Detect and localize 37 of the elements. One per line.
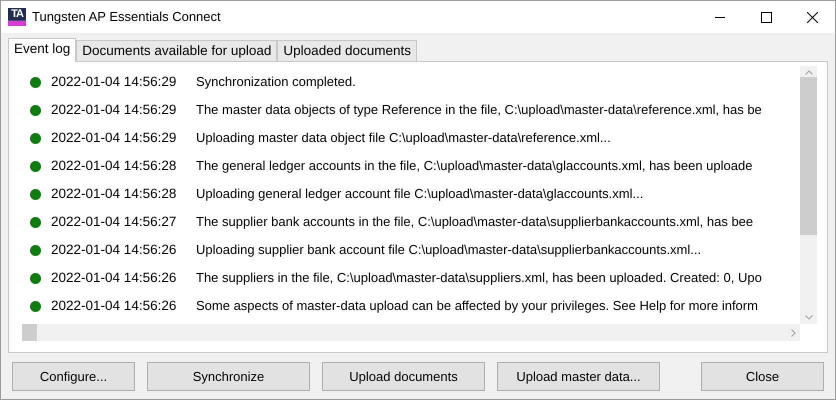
tab[interactable]: Documents available for upload: [76, 40, 278, 61]
event-time: 2022-01-04 14:56:29: [51, 128, 178, 147]
event-message: The general ledger accounts in the file, C:\upload\master-data\glaccounts.xml, has been uploade: [196, 157, 752, 176]
tab[interactable]: Event log: [8, 38, 76, 62]
scrollbar-thumb[interactable]: [800, 77, 817, 235]
event-time: 2022-01-04 14:56:26: [51, 268, 178, 287]
action-button[interactable]: Close: [701, 362, 824, 391]
chevron-down-icon: [804, 315, 812, 320]
event-time: 2022-01-04 14:56:26: [51, 296, 178, 315]
vertical-scrollbar[interactable]: [800, 66, 817, 324]
scrollbar-thumb[interactable]: [22, 324, 37, 341]
event-time: 2022-01-04 14:56:28: [51, 156, 178, 175]
event-time: 2022-01-04 14:56:27: [51, 212, 178, 231]
event-time: 2022-01-04 14:56:29: [51, 72, 178, 91]
event-message: Uploading supplier bank account file C:\upload\master-data\supplierbankaccounts.xml...: [196, 241, 702, 260]
event-message: The suppliers in the file, C:\upload\master-data\suppliers.xml, has been uploaded. Created: 0, Upo: [196, 269, 762, 288]
chevron-up-icon: [804, 70, 812, 75]
event-message: Some aspects of master-data upload can be affected by your privileges. See Help for more inform: [196, 297, 758, 316]
window-title: Tungsten AP Essentials Connect: [32, 8, 222, 26]
chevron-right-icon: [791, 328, 796, 336]
action-button[interactable]: Upload documents: [322, 362, 485, 391]
close-icon: [806, 12, 818, 22]
action-button[interactable]: Synchronize: [147, 362, 310, 391]
event-message: Uploading general ledger account file C:\upload\master-data\glaccounts.xml...: [196, 185, 644, 204]
action-button[interactable]: Upload master data...: [497, 362, 660, 391]
event-time: 2022-01-04 14:56:28: [51, 184, 178, 203]
horizontal-scrollbar[interactable]: [22, 324, 800, 341]
event-time: 2022-01-04 14:56:26: [51, 240, 178, 259]
event-message: The master data objects of type Reference in the file, C:\upload\master-data\reference.xml, has be: [196, 101, 762, 120]
maximize-icon: [760, 12, 772, 22]
tab[interactable]: Uploaded documents: [277, 40, 418, 61]
event-time: 2022-01-04 14:56:29: [51, 100, 178, 119]
event-message: Uploading master data object file C:\upload\master-data\reference.xml...: [196, 129, 611, 148]
app-logo: TA: [8, 8, 26, 26]
event-message: The supplier bank accounts in the file, C:\upload\master-data\supplierbankaccounts.xml, has bee: [196, 213, 754, 232]
event-message: Synchronization completed.: [196, 73, 356, 92]
action-button[interactable]: Configure...: [12, 362, 135, 391]
